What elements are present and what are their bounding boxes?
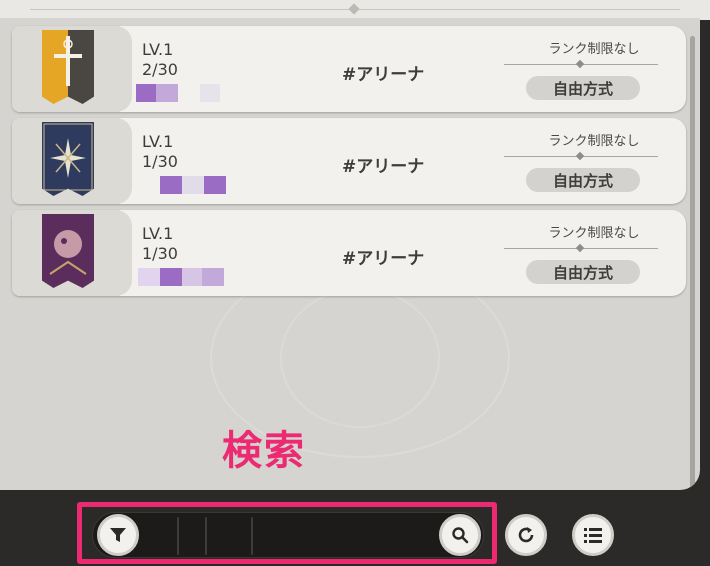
search-highlight-box [77,502,497,564]
blurred-name [200,84,220,102]
divider [504,151,658,161]
search-annotation-label: 検索 [222,428,306,474]
mode-badge: 自由方式 [526,76,640,100]
sword-icon [42,30,94,104]
room-card[interactable]: LV.1 1/30 #アリーナ ランク制限なし 自由方式 [12,210,686,296]
rank-limit: ランク制限なし [548,42,640,57]
blurred-name [136,84,156,102]
beast-icon [42,214,94,288]
top-strip [0,0,710,20]
list-icon[interactable] [572,514,614,556]
refresh-icon[interactable] [505,514,547,556]
room-tag: #アリーナ [342,65,425,85]
blurred-name [160,268,182,286]
background-emblem-inner [280,288,440,428]
divider [504,243,658,253]
room-card[interactable]: LV.1 2/30 #アリーナ ランク制限なし 自由方式 [12,26,686,112]
mode-badge: 自由方式 [526,260,640,284]
blurred-name [182,176,204,194]
room-tag: #アリーナ [342,157,425,177]
blurred-name [202,268,224,286]
mode-badge: 自由方式 [526,168,640,192]
blurred-name [156,84,178,102]
scrollbar[interactable] [690,36,695,490]
room-players: 2/30 [142,60,178,79]
room-tag: #アリーナ [342,249,425,269]
scrollbar-thumb[interactable] [690,36,695,490]
blurred-name [204,176,226,194]
blurred-name [138,268,160,286]
ornament-diamond [348,3,360,15]
blurred-name [160,176,182,194]
star-icon [42,122,94,196]
blurred-name [182,268,202,286]
rank-limit: ランク制限なし [548,134,640,149]
room-card[interactable]: LV.1 1/30 #アリーナ ランク制限なし 自由方式 [12,118,686,204]
room-list-panel: LV.1 2/30 #アリーナ ランク制限なし 自由方式 LV.1 1/30 #… [0,18,700,490]
room-level: LV.1 [142,224,174,243]
room-players: 1/30 [142,152,178,171]
divider [504,59,658,69]
rank-limit: ランク制限なし [548,226,640,241]
room-level: LV.1 [142,132,174,151]
room-players: 1/30 [142,244,178,263]
room-level: LV.1 [142,40,174,59]
